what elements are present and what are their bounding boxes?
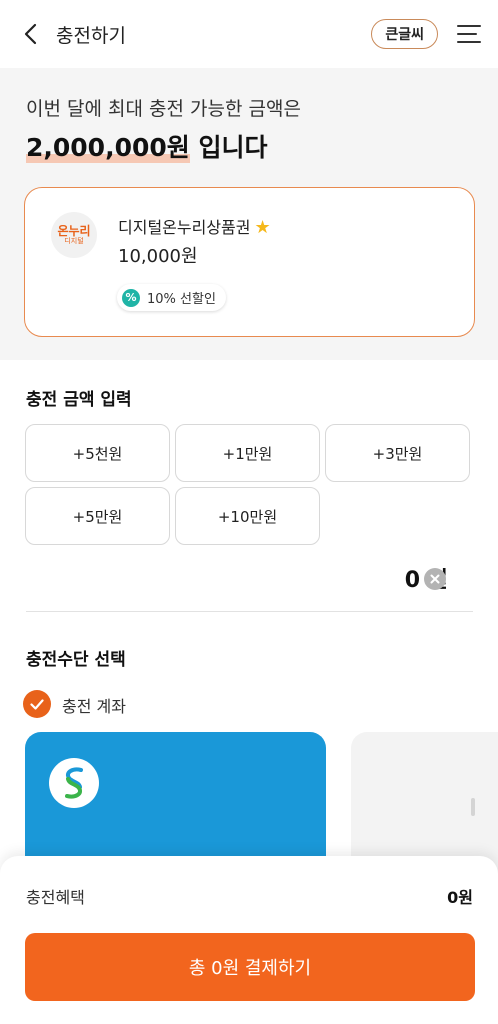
- amount-section-title: 충전 금액 입력: [26, 390, 132, 410]
- charge-account-label[interactable]: 충전 계좌: [62, 693, 126, 717]
- back-arrow-icon[interactable]: [16, 20, 44, 48]
- charge-limit-section: 이번 달에 최대 충전 가능한 금액은 2,000,000원 입니다 온누리 디…: [0, 68, 498, 360]
- voucher-name: 디지털온누리상품권: [118, 218, 251, 237]
- page-title: 충전하기: [56, 24, 126, 47]
- limit-amount-line: 2,000,000원 입니다: [26, 128, 267, 164]
- menu-icon[interactable]: [456, 23, 482, 45]
- bank-logo-icon: [49, 758, 99, 808]
- voucher-name-row: 디지털온누리상품권 ★: [118, 214, 271, 238]
- big-font-button[interactable]: 큰글씨: [371, 19, 438, 49]
- method-section-title: 충전수단 선택: [26, 650, 126, 670]
- header: 충전하기 큰글씨: [0, 0, 498, 68]
- pay-button[interactable]: 총 0원 결제하기: [25, 933, 475, 1001]
- voucher-card[interactable]: 온누리 디지털 디지털온누리상품권 ★ 10,000원 % 10% 선할인: [24, 187, 475, 337]
- divider: [26, 611, 473, 612]
- checkbox-checked-icon[interactable]: [23, 690, 51, 718]
- limit-amount-highlight: 2,000,000원: [26, 128, 190, 164]
- percent-icon: %: [122, 288, 140, 307]
- voucher-price: 10,000원: [118, 246, 198, 267]
- add-30k-button[interactable]: +3만원: [325, 424, 470, 482]
- benefit-label: 충전혜택: [26, 888, 85, 907]
- discount-badge: % 10% 선할인: [117, 284, 226, 311]
- limit-description: 이번 달에 최대 충전 가능한 금액은: [26, 98, 301, 120]
- limit-suffix: 입니다: [189, 133, 268, 162]
- star-icon: ★: [254, 217, 271, 238]
- clear-icon[interactable]: [424, 568, 446, 590]
- discount-text: 10% 선할인: [147, 292, 216, 307]
- benefit-value: 0원: [447, 888, 473, 907]
- onnuri-logo: 온누리 디지털: [51, 212, 97, 258]
- add-10k-button[interactable]: +1만원: [175, 424, 320, 482]
- add-50k-button[interactable]: +5만원: [25, 487, 170, 545]
- limit-amount: 2,000,000원: [26, 133, 190, 162]
- add-5k-button[interactable]: +5천원: [25, 424, 170, 482]
- add-100k-button[interactable]: +10만원: [175, 487, 320, 545]
- bottom-sheet: 충전혜택 0원 총 0원 결제하기: [0, 856, 498, 1024]
